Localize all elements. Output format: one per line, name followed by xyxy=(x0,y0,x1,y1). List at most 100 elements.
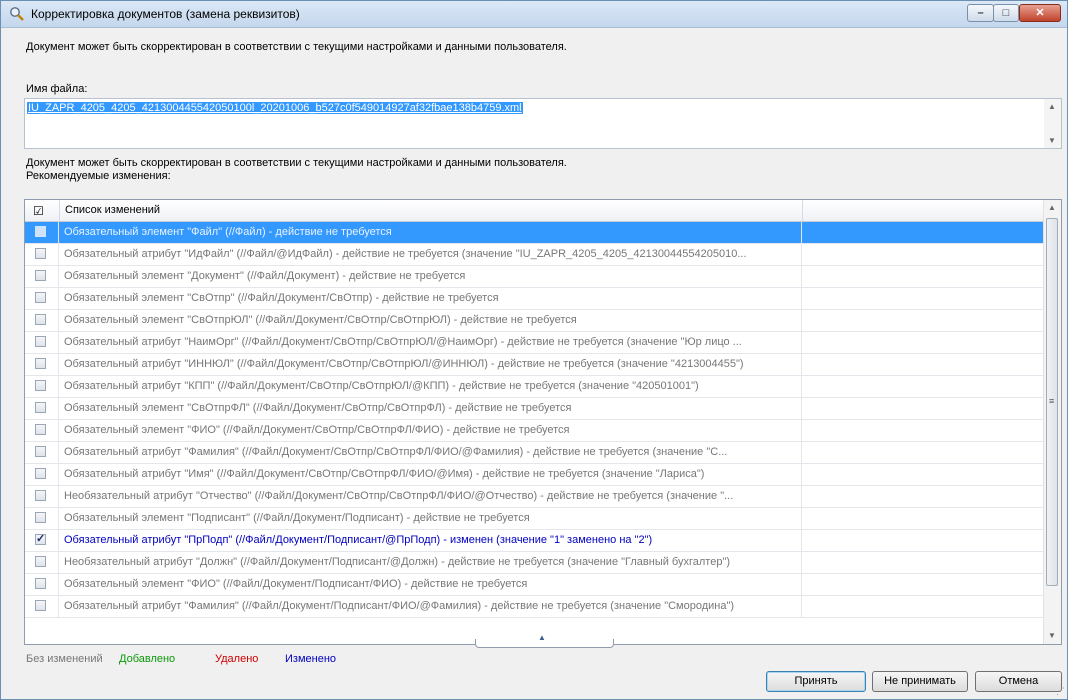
row-checkbox[interactable] xyxy=(35,578,46,589)
column-divider xyxy=(801,442,802,463)
column-divider xyxy=(58,398,59,419)
maximize-button[interactable]: □ xyxy=(993,4,1019,22)
list-row[interactable]: Обязательный атрибут "НаимОрг" (//Файл/Д… xyxy=(25,332,1045,354)
maximize-icon: □ xyxy=(1002,7,1010,19)
file-name-value[interactable]: IU_ZAPR_4205_4205_421300445542050100l_20… xyxy=(27,102,523,114)
resize-grip-icon[interactable]: ⋰ xyxy=(1056,686,1065,697)
expand-tab[interactable]: ▲ xyxy=(475,633,614,648)
title-bar[interactable]: Корректировка документов (замена реквизи… xyxy=(1,1,1067,28)
legend-deleted: Удалено xyxy=(215,653,259,665)
row-text: Обязательный элемент "ФИО" (//Файл/Докум… xyxy=(64,578,528,590)
row-checkbox[interactable] xyxy=(35,314,46,325)
close-button[interactable]: ✕ xyxy=(1019,4,1061,22)
list-row[interactable]: Обязательный элемент "Файл" (//Файл) - д… xyxy=(25,222,1045,244)
column-divider xyxy=(801,310,802,331)
scroll-down-arrow-icon[interactable]: ▼ xyxy=(1048,631,1056,640)
row-checkbox[interactable] xyxy=(35,248,46,259)
column-divider xyxy=(801,530,802,551)
close-icon: ✕ xyxy=(1035,7,1045,19)
list-row[interactable]: Необязательный атрибут "Должн" (//Файл/Д… xyxy=(25,552,1045,574)
list-row[interactable]: Обязательный элемент "СвОтпрФЛ" (//Файл/… xyxy=(25,398,1045,420)
column-divider xyxy=(58,376,59,397)
column-divider xyxy=(58,244,59,265)
row-checkbox[interactable] xyxy=(35,532,46,545)
info-text-mid: Документ может быть скорректирован в соо… xyxy=(26,157,567,183)
scrollbar-thumb[interactable]: ≡ xyxy=(1046,218,1058,586)
column-divider xyxy=(58,420,59,441)
file-name-label: Имя файла: xyxy=(26,83,88,95)
list-row[interactable]: Обязательный элемент "ФИО" (//Файл/Докум… xyxy=(25,420,1045,442)
scroll-up-arrow-icon[interactable]: ▲ xyxy=(1048,203,1056,212)
select-all-checkbox[interactable]: ☑ xyxy=(33,204,44,218)
row-text: Обязательный элемент "Файл" (//Файл) - д… xyxy=(64,226,392,238)
list-row[interactable]: Обязательный атрибут "ПрПодп" (//Файл/До… xyxy=(25,530,1045,552)
list-row[interactable]: Обязательный атрибут "Фамилия" (//Файл/Д… xyxy=(25,442,1045,464)
row-checkbox[interactable] xyxy=(35,600,46,611)
row-checkbox[interactable] xyxy=(35,556,46,567)
list-row[interactable]: Обязательный атрибут "ИННЮЛ" (//Файл/Док… xyxy=(25,354,1045,376)
row-checkbox[interactable] xyxy=(35,490,46,501)
list-row[interactable]: Обязательный элемент "СвОтпрЮЛ" (//Файл/… xyxy=(25,310,1045,332)
column-divider xyxy=(801,596,802,617)
column-divider xyxy=(801,288,802,309)
row-checkbox[interactable] xyxy=(35,270,46,281)
recommended-changes-label: Рекомендуемые изменения: xyxy=(26,170,171,182)
column-header-changes[interactable]: Список изменений xyxy=(59,200,803,221)
row-text: Обязательный элемент "Подписант" (//Файл… xyxy=(64,512,530,524)
column-divider xyxy=(801,464,802,485)
list-row[interactable]: Обязательный атрибут "Фамилия" (//Файл/Д… xyxy=(25,596,1045,618)
cancel-button[interactable]: Отмена xyxy=(975,671,1062,692)
row-checkbox[interactable] xyxy=(35,336,46,347)
list-row[interactable]: Обязательный элемент "Подписант" (//Файл… xyxy=(25,508,1045,530)
scroll-down-arrow-icon[interactable]: ▼ xyxy=(1048,136,1056,145)
accept-button[interactable]: Принять xyxy=(766,671,866,692)
column-divider xyxy=(801,376,802,397)
row-text: Обязательный атрибут "ИННЮЛ" (//Файл/Док… xyxy=(64,358,744,370)
column-divider xyxy=(58,266,59,287)
column-divider xyxy=(801,354,802,375)
column-divider xyxy=(58,596,59,617)
column-divider xyxy=(58,464,59,485)
row-checkbox[interactable] xyxy=(35,424,46,435)
file-name-field[interactable]: IU_ZAPR_4205_4205_421300445542050100l_20… xyxy=(24,98,1062,149)
row-checkbox[interactable] xyxy=(35,358,46,369)
list-row[interactable]: Обязательный элемент "Документ" (//Файл/… xyxy=(25,266,1045,288)
reject-button[interactable]: Не принимать xyxy=(872,671,968,692)
expand-arrow-icon: ▲ xyxy=(538,633,546,642)
column-divider xyxy=(58,486,59,507)
row-text: Обязательный атрибут "Имя" (//Файл/Докум… xyxy=(64,468,705,480)
row-checkbox[interactable] xyxy=(35,380,46,391)
window-title: Корректировка документов (замена реквизи… xyxy=(31,7,300,21)
column-divider xyxy=(801,420,802,441)
column-divider xyxy=(58,442,59,463)
row-checkbox[interactable] xyxy=(35,402,46,413)
list-scrollbar[interactable]: ▲ ≡ ▼ xyxy=(1043,200,1061,644)
thumb-grip-icon: ≡ xyxy=(1049,396,1055,406)
row-checkbox[interactable] xyxy=(35,292,46,303)
scroll-up-arrow-icon[interactable]: ▲ xyxy=(1048,102,1056,111)
column-divider xyxy=(801,222,802,243)
row-checkbox[interactable] xyxy=(35,226,46,237)
row-checkbox[interactable] xyxy=(35,468,46,479)
list-row[interactable]: Обязательный атрибут "КПП" (//Файл/Докум… xyxy=(25,376,1045,398)
column-divider xyxy=(801,508,802,529)
row-text: Обязательный атрибут "НаимОрг" (//Файл/Д… xyxy=(64,336,742,348)
column-divider xyxy=(801,332,802,353)
file-name-scrollbar[interactable]: ▲ ▼ xyxy=(1044,99,1061,148)
list-row[interactable]: Обязательный элемент "ФИО" (//Файл/Докум… xyxy=(25,574,1045,596)
minimize-button[interactable]: – xyxy=(967,4,994,22)
row-text: Обязательный элемент "СвОтпр" (//Файл/До… xyxy=(64,292,499,304)
list-row[interactable]: Необязательный атрибут "Отчество" (//Фай… xyxy=(25,486,1045,508)
list-row[interactable]: Обязательный атрибут "Имя" (//Файл/Докум… xyxy=(25,464,1045,486)
column-divider xyxy=(58,222,59,243)
list-row[interactable]: Обязательный элемент "СвОтпр" (//Файл/До… xyxy=(25,288,1045,310)
row-text: Необязательный атрибут "Должн" (//Файл/Д… xyxy=(64,556,731,568)
row-text: Обязательный атрибут "Фамилия" (//Файл/Д… xyxy=(64,600,735,612)
changes-list[interactable]: ☑ Список изменений Обязательный элемент … xyxy=(24,199,1062,645)
row-text: Обязательный атрибут "КПП" (//Файл/Докум… xyxy=(64,380,699,392)
row-checkbox[interactable] xyxy=(35,512,46,523)
row-checkbox[interactable] xyxy=(35,446,46,457)
column-divider xyxy=(58,354,59,375)
legend-added: Добавлено xyxy=(119,653,176,665)
list-row[interactable]: Обязательный атрибут "ИдФайл" (//Файл/@И… xyxy=(25,244,1045,266)
